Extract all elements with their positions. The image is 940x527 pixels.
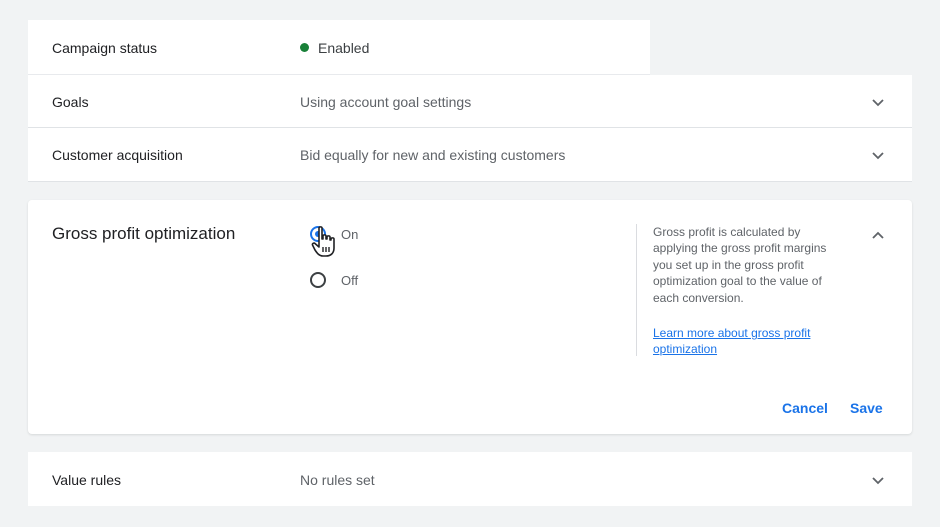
radio-on-label[interactable]: On [341,227,358,242]
chevron-up-icon[interactable] [870,228,886,244]
cancel-button[interactable]: Cancel [782,400,828,416]
value-rules-row[interactable]: Value rules No rules set [28,452,912,506]
campaign-status-row: Campaign status Enabled [28,20,650,75]
radio-off[interactable] [310,272,326,288]
help-text: Gross profit is calculated by applying t… [653,225,827,305]
value-rules-value: No rules set [300,472,375,488]
customer-acquisition-row[interactable]: Customer acquisition Bid equally for new… [28,128,912,182]
status-dot-icon [300,43,309,52]
chevron-down-icon[interactable] [870,94,886,110]
gross-profit-title: Gross profit optimization [52,224,236,243]
learn-more-link[interactable]: Learn more about gross profit optimizati… [653,325,853,358]
radio-off-label[interactable]: Off [341,273,358,288]
campaign-status-label: Campaign status [52,40,158,56]
status-text: Enabled [318,40,370,56]
goals-row[interactable]: Goals Using account goal settings [28,75,912,128]
campaign-status-value: Enabled [300,40,369,56]
help-divider [636,224,637,356]
save-button[interactable]: Save [850,400,883,416]
value-rules-label: Value rules [52,472,122,488]
goals-value: Using account goal settings [300,94,472,110]
gross-profit-optimization-card: Gross profit optimization On Off Gross p… [28,200,912,434]
hand-cursor-icon [311,226,335,257]
chevron-down-icon[interactable] [870,147,886,163]
goals-label: Goals [52,94,89,110]
chevron-down-icon[interactable] [870,472,886,488]
customer-acquisition-label: Customer acquisition [52,147,183,163]
customer-acquisition-value: Bid equally for new and existing custome… [300,147,566,163]
